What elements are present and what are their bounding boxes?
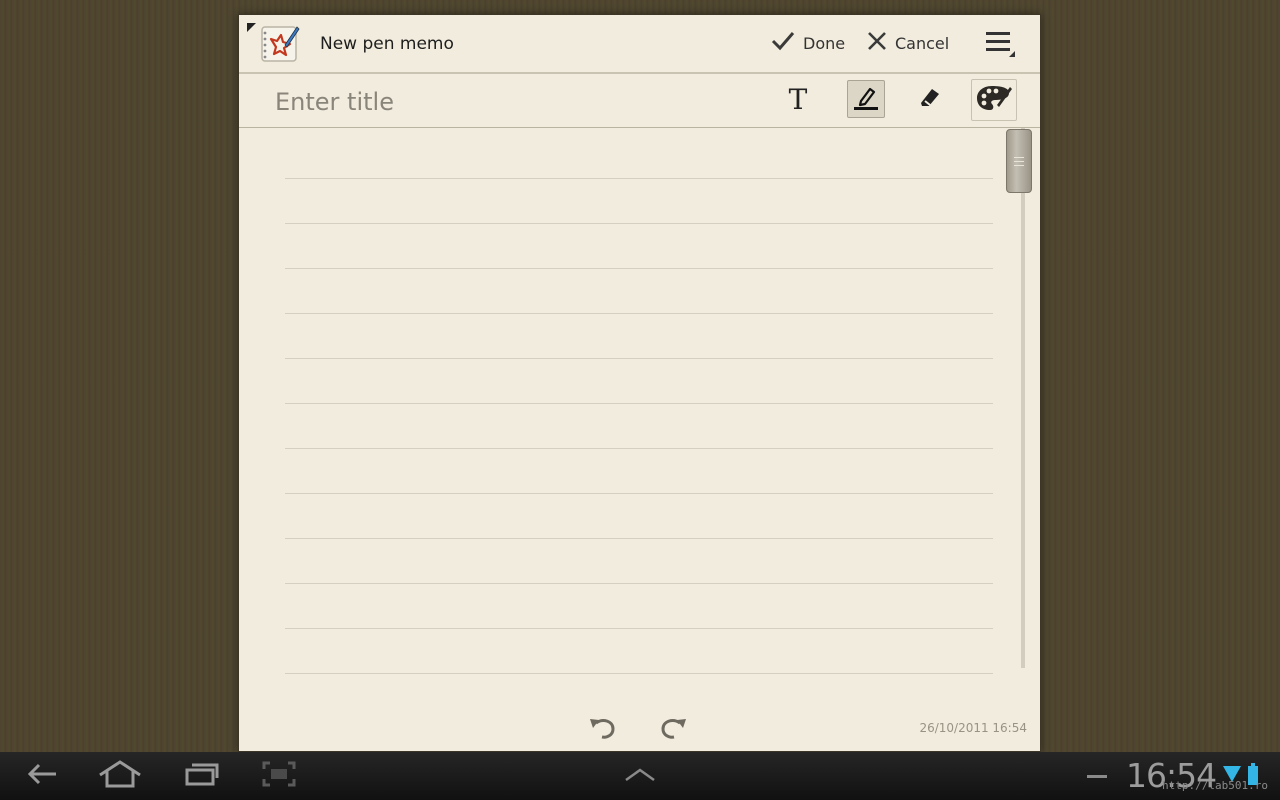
back-button[interactable] bbox=[20, 760, 64, 792]
ruled-line bbox=[285, 448, 993, 449]
recent-apps-icon bbox=[184, 761, 220, 791]
ruled-line bbox=[285, 403, 993, 404]
watermark-text: http://lab501.ro bbox=[1162, 779, 1268, 792]
menu-icon bbox=[983, 32, 1017, 63]
ruled-line bbox=[285, 493, 993, 494]
ruled-line bbox=[285, 538, 993, 539]
ruled-line bbox=[285, 313, 993, 314]
cancel-button[interactable]: Cancel bbox=[867, 29, 949, 57]
pen-memo-app-icon bbox=[259, 23, 301, 65]
memo-toolbar: T bbox=[239, 74, 1040, 128]
eraser-tool-button[interactable] bbox=[911, 80, 949, 118]
palette-tool-button[interactable] bbox=[971, 79, 1017, 121]
recent-apps-button[interactable] bbox=[180, 760, 224, 792]
text-icon: T bbox=[788, 82, 808, 116]
pen-tool-button[interactable] bbox=[847, 80, 885, 118]
ruled-line bbox=[285, 673, 993, 674]
back-icon bbox=[24, 760, 60, 792]
palette-icon bbox=[975, 83, 1013, 117]
expand-button[interactable] bbox=[620, 760, 660, 792]
undo-button[interactable] bbox=[587, 715, 617, 741]
close-icon bbox=[867, 31, 887, 55]
redo-button[interactable] bbox=[659, 715, 689, 741]
memo-timestamp: 26/10/2011 16:54 bbox=[919, 721, 1027, 735]
memo-title: New pen memo bbox=[320, 34, 454, 54]
pen-icon bbox=[852, 83, 880, 115]
done-label: Done bbox=[803, 33, 846, 53]
drawing-canvas[interactable] bbox=[239, 128, 1040, 728]
memo-sheet: New pen memo Done Cancel Enter title T 2… bbox=[238, 14, 1041, 752]
redo-icon bbox=[659, 719, 689, 745]
minus-icon bbox=[1086, 767, 1108, 786]
eraser-icon bbox=[916, 83, 944, 115]
grip-line bbox=[1014, 161, 1024, 162]
chevron-up-icon bbox=[623, 764, 657, 788]
cancel-label: Cancel bbox=[895, 33, 950, 53]
scrollbar-thumb[interactable] bbox=[1006, 129, 1032, 193]
home-icon bbox=[97, 759, 143, 793]
screenshot-button[interactable] bbox=[258, 760, 300, 792]
title-input[interactable] bbox=[273, 84, 717, 120]
undo-icon bbox=[587, 719, 617, 745]
scrollbar-track[interactable] bbox=[1021, 128, 1025, 668]
grip-line bbox=[1014, 165, 1024, 166]
grip-line bbox=[1014, 157, 1024, 158]
memo-header: New pen memo Done Cancel bbox=[239, 15, 1040, 74]
minimize-indicator[interactable] bbox=[1084, 760, 1110, 792]
done-button[interactable]: Done bbox=[771, 29, 845, 57]
ruled-line bbox=[285, 178, 993, 179]
system-navigation-bar: 16:54 http://lab501.ro bbox=[0, 752, 1280, 800]
menu-button[interactable] bbox=[983, 29, 1017, 59]
check-icon bbox=[771, 31, 795, 55]
ruled-line bbox=[285, 268, 993, 269]
screenshot-icon bbox=[261, 760, 297, 792]
ruled-line bbox=[285, 358, 993, 359]
text-tool-button[interactable]: T bbox=[779, 80, 817, 118]
ruled-line bbox=[285, 223, 993, 224]
ruled-line bbox=[285, 583, 993, 584]
ruled-line bbox=[285, 628, 993, 629]
home-button[interactable] bbox=[96, 760, 144, 792]
